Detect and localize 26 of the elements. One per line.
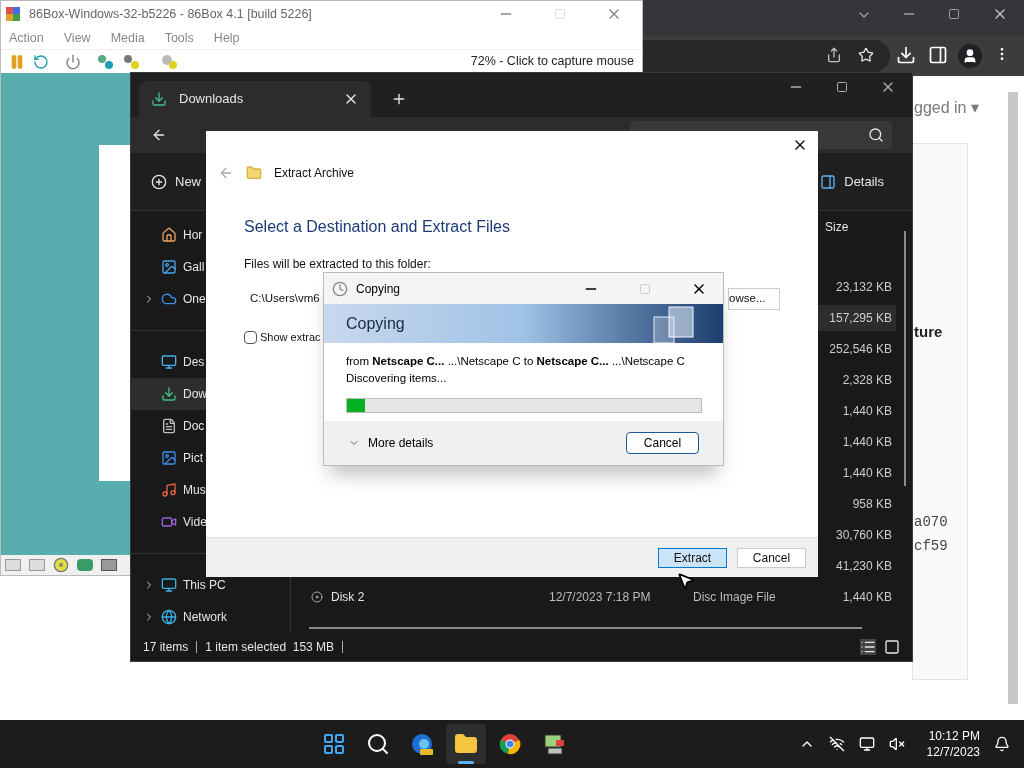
copy-source-text: from Netscape C... ...\Netscape C to Netscape C... ...\Netscape C <box>346 354 686 369</box>
copy-status: Discovering items... <box>346 371 448 387</box>
file-size: 1,440 KB <box>841 402 893 420</box>
file-size: 1,440 KB <box>841 464 893 482</box>
window-title: Copying <box>356 280 401 298</box>
code-text: a070 <box>914 513 948 532</box>
selection-info: 1 item selected 153 MB <box>205 639 335 656</box>
status-text: 72% - Click to capture mouse <box>470 53 634 71</box>
item-count: 17 items <box>143 639 189 656</box>
window-title: 86Box-Windows-32-b5226 - 86Box 4.1 [build 5226] <box>29 5 312 23</box>
file-size: 1,440 KB <box>841 588 893 606</box>
banner-title: Copying <box>346 313 405 334</box>
heading-text: ture <box>914 322 943 342</box>
date-text: 12/7/2023 <box>926 744 980 760</box>
checkbox-label: Show extrac <box>260 330 321 345</box>
code-text: cf59 <box>914 537 948 556</box>
dialog-title: Extract Archive <box>274 165 355 182</box>
dialog-heading: Select a Destination and Extract Files <box>244 217 511 237</box>
file-name: Disk 2 <box>331 588 365 606</box>
tab-title: Downloads <box>179 90 245 109</box>
file-size: 30,760 KB <box>834 526 893 544</box>
file-size: 958 KB <box>851 495 893 513</box>
file-date: 12/7/2023 7:18 PM <box>549 589 651 604</box>
folder-label: Files will be extracted to this folder: <box>244 256 432 273</box>
time-text: 10:12 PM <box>928 728 980 744</box>
file-type: Disc Image File <box>693 589 776 604</box>
